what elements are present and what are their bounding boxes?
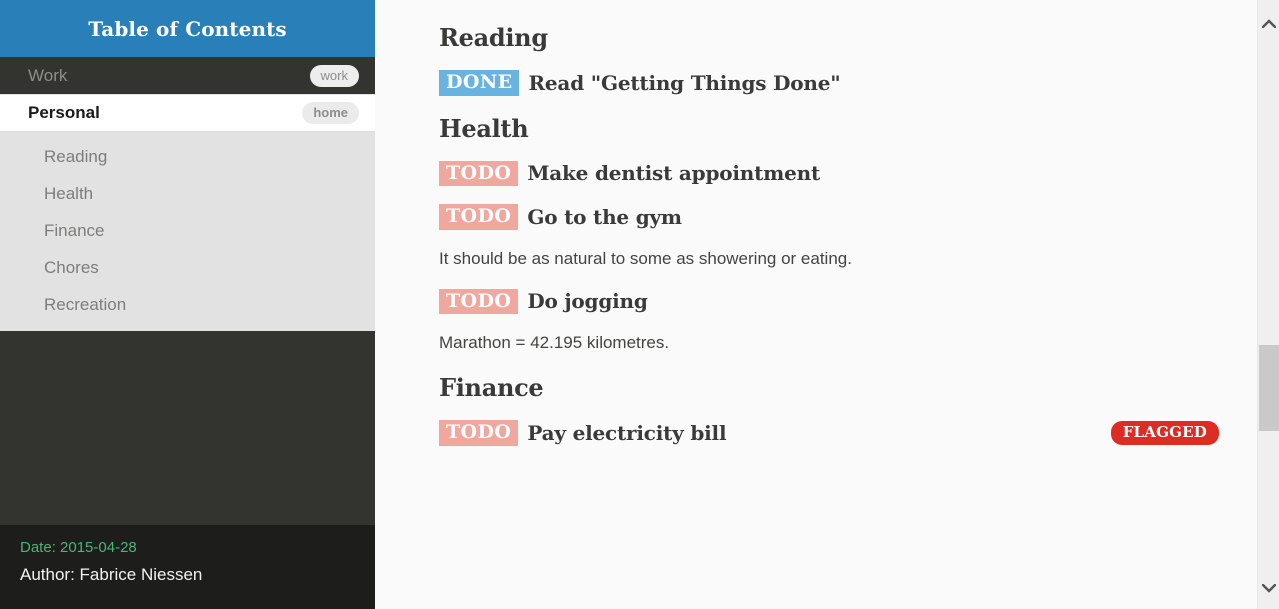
sidebar-item-recreation[interactable]: Recreation <box>0 286 375 323</box>
sidebar: Table of Contents Work work Personal hom… <box>0 0 375 609</box>
status-badge-done[interactable]: DONE <box>439 70 520 96</box>
page-root: Table of Contents Work work Personal hom… <box>0 0 1279 609</box>
task-item[interactable]: TODO Go to the gym <box>439 204 1219 230</box>
sidebar-item-personal[interactable]: Personal home <box>0 94 375 132</box>
task-item[interactable]: TODO Do jogging <box>439 288 1219 315</box>
document-author: Author: Fabrice Niessen <box>20 565 203 584</box>
task-title: Pay electricity bill <box>527 420 727 445</box>
status-badge-todo[interactable]: TODO <box>439 160 519 187</box>
sidebar-tag-work[interactable]: work <box>309 64 359 87</box>
sidebar-subitem-label: Chores <box>44 257 99 277</box>
task-title: Make dentist appointment <box>527 161 821 186</box>
sidebar-sublist: Reading Health Finance Chores Recreation <box>0 132 375 331</box>
task-title: Read "Getting Things Done" <box>528 70 841 95</box>
sidebar-item-health[interactable]: Health <box>0 175 375 212</box>
toc-title: Table of Contents <box>88 16 287 41</box>
sidebar-item-finance[interactable]: Finance <box>0 212 375 249</box>
sidebar-subitem-label: Health <box>44 183 94 203</box>
task-item[interactable]: TODO Pay electricity bill FLAGGED <box>439 420 1219 446</box>
sidebar-tag-home[interactable]: home <box>302 102 359 124</box>
sidebar-subitem-label: Recreation <box>44 294 127 314</box>
paragraph: It should be as natural to some as showe… <box>439 248 852 268</box>
section-heading-finance: Finance <box>439 373 544 403</box>
section-heading-health: Health <box>439 113 529 143</box>
content-area: Reading DONE Read "Getting Things Done" … <box>375 0 1279 609</box>
task-title: Go to the gym <box>527 204 682 229</box>
sidebar-subitem-label: Reading <box>44 146 108 166</box>
document-date: Date: 2015-04-28 <box>20 539 137 556</box>
status-badge-todo[interactable]: TODO <box>439 420 519 446</box>
vertical-scrollbar[interactable] <box>1257 0 1279 609</box>
section-heading-reading: Reading <box>439 23 548 52</box>
sidebar-subitem-label: Finance <box>44 220 105 240</box>
chevron-down-icon[interactable] <box>1258 577 1279 599</box>
toc-header: Table of Contents <box>0 0 375 57</box>
sidebar-item-label: Work <box>28 65 68 85</box>
task-title: Do jogging <box>527 289 648 314</box>
flagged-tag[interactable]: FLAGGED <box>1110 421 1219 445</box>
chevron-up-icon[interactable] <box>1258 12 1279 34</box>
task-item[interactable]: DONE Read "Getting Things Done" <box>439 70 1219 96</box>
sidebar-item-chores[interactable]: Chores <box>0 249 375 286</box>
task-item[interactable]: TODO Make dentist appointment <box>439 160 1219 187</box>
scrollbar-thumb[interactable] <box>1259 345 1279 431</box>
sidebar-footer: Date: 2015-04-28 Author: Fabrice Niessen <box>0 525 375 609</box>
document-body: Reading DONE Read "Getting Things Done" … <box>375 0 1279 446</box>
paragraph: Marathon = 42.195 kilometres. <box>439 333 670 353</box>
status-badge-todo[interactable]: TODO <box>439 288 519 315</box>
status-badge-todo[interactable]: TODO <box>439 204 519 230</box>
sidebar-item-label: Personal <box>28 103 100 122</box>
sidebar-item-work[interactable]: Work work <box>0 57 375 94</box>
sidebar-spacer <box>0 331 375 525</box>
sidebar-item-reading[interactable]: Reading <box>0 138 375 175</box>
